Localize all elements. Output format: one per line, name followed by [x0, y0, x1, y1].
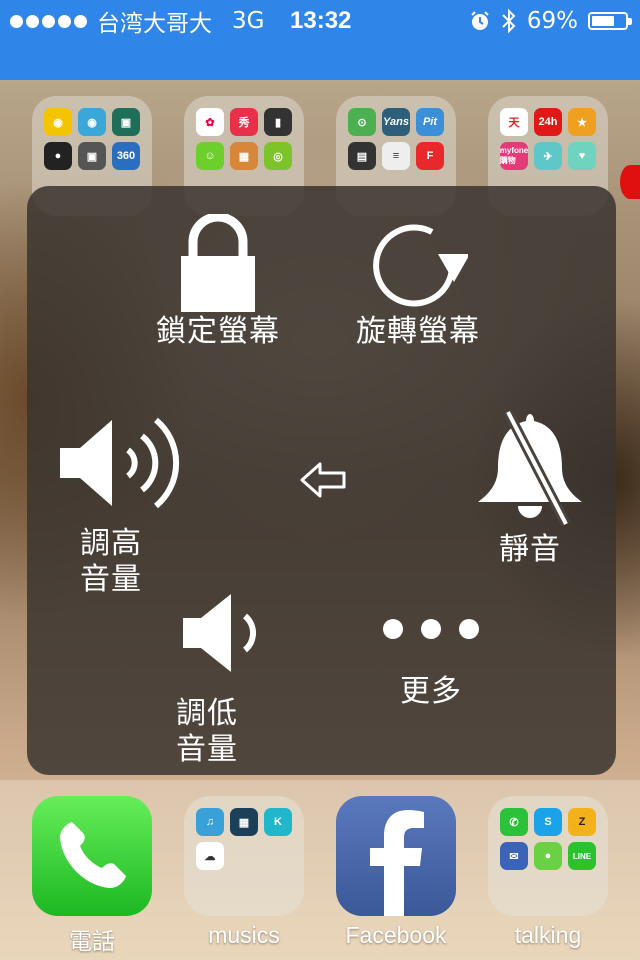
- app-icon: Pit: [416, 108, 444, 136]
- app-icon: ✈: [534, 142, 562, 170]
- app-icon: Yans: [382, 108, 410, 136]
- mute-button[interactable]: 靜音: [460, 408, 600, 568]
- dock-app-label: Facebook: [345, 922, 447, 948]
- skype-icon: S: [534, 808, 562, 836]
- back-button[interactable]: [295, 460, 351, 500]
- back-arrow-icon: [300, 462, 346, 498]
- dock-app-label: talking: [514, 922, 582, 948]
- app-icon: ◎: [264, 142, 292, 170]
- phone-icon: [32, 796, 152, 916]
- flipboard-icon: F: [416, 142, 444, 170]
- more-dots-icon: [383, 619, 479, 639]
- cloud-music-icon: ☁: [196, 842, 224, 870]
- dock: 電話 ♫ ▦ K ☁ musics Facebook ✆ S Z ✉ ● LIN…: [0, 780, 640, 960]
- more-button[interactable]: 更多: [361, 614, 501, 710]
- facebook-icon: [336, 796, 456, 916]
- app-icon: 天: [500, 108, 528, 136]
- camera-icon: ▣: [78, 142, 106, 170]
- dock-folder-talking[interactable]: ✆ S Z ✉ ● LINE talking: [488, 796, 608, 949]
- volume-down-icon: [183, 594, 257, 672]
- status-time: 13:32: [290, 7, 352, 34]
- app-icon: ★: [568, 108, 596, 136]
- messages-icon: ●: [534, 842, 562, 870]
- bell-muted-icon: [478, 409, 582, 526]
- rotate-screen-button[interactable]: 旋轉螢幕: [343, 214, 493, 350]
- app-icon: 360: [112, 142, 140, 170]
- signal-strength-icon: [10, 14, 87, 28]
- assistive-touch-panel: 鎖定螢幕 旋轉螢幕 調高 音量 靜音 調低 音量 更多: [27, 186, 616, 775]
- app-icon: ☺: [196, 142, 224, 170]
- app-icon: ◉: [44, 108, 72, 136]
- folder-icon: ✆ S Z ✉ ● LINE: [488, 796, 608, 916]
- dock-app-phone[interactable]: 電話: [32, 796, 152, 956]
- carrier-name: 台湾大哥大: [97, 11, 212, 37]
- app-icon: myfone 購物: [500, 142, 528, 170]
- dock-app-facebook[interactable]: Facebook: [336, 796, 456, 949]
- battery-icon: [588, 12, 632, 30]
- app-icon: ≡: [382, 142, 410, 170]
- app-icon: ▦: [230, 808, 258, 836]
- rotate-icon: [373, 224, 468, 307]
- whatsapp-icon: ✆: [500, 808, 528, 836]
- volume-down-button[interactable]: 調低 音量: [137, 588, 277, 768]
- dock-app-label: 電話: [69, 928, 115, 954]
- app-icon: ⊙: [348, 108, 376, 136]
- volume-up-button[interactable]: 調高 音量: [47, 408, 197, 598]
- camera-icon: ●: [44, 142, 72, 170]
- camera-icon: ▣: [112, 108, 140, 136]
- music-icon: ♫: [196, 808, 224, 836]
- status-bar: 台湾大哥大 3G 13:32 69%: [0, 0, 640, 80]
- lock-screen-label: 鎖定螢幕: [156, 314, 280, 349]
- messenger-icon: ✉: [500, 842, 528, 870]
- lock-screen-button[interactable]: 鎖定螢幕: [143, 214, 293, 350]
- volume-down-label: 調低 音量: [176, 696, 238, 767]
- app-icon: ▮: [264, 108, 292, 136]
- app-icon: ▦: [230, 142, 258, 170]
- zello-icon: Z: [568, 808, 596, 836]
- app-icon: ♥: [568, 142, 596, 170]
- alarm-icon: [471, 11, 489, 30]
- volume-up-icon: [60, 417, 180, 509]
- bluetooth-icon: [502, 8, 516, 34]
- volume-up-label: 調高 音量: [80, 526, 142, 597]
- app-icon: ▤: [348, 142, 376, 170]
- app-icon: 24h: [534, 108, 562, 136]
- rotate-screen-label: 旋轉螢幕: [356, 314, 480, 349]
- line-icon: LINE: [568, 842, 596, 870]
- network-type: 3G: [232, 8, 265, 34]
- folder-icon: ♫ ▦ K ☁: [184, 796, 304, 916]
- dock-folder-musics[interactable]: ♫ ▦ K ☁ musics: [184, 796, 304, 949]
- kkbox-icon: K: [264, 808, 292, 836]
- more-label: 更多: [400, 674, 462, 709]
- status-left: 台湾大哥大 3G: [10, 6, 265, 37]
- dock-app-label: musics: [208, 922, 280, 948]
- notification-badge: [620, 165, 640, 199]
- status-right: 69%: [469, 6, 632, 36]
- lock-icon: [181, 214, 255, 312]
- app-icon: 秀: [230, 108, 258, 136]
- photos-icon: ✿: [196, 108, 224, 136]
- app-icon: ◉: [78, 108, 106, 136]
- battery-percent: 69%: [526, 8, 578, 34]
- mute-label: 靜音: [499, 532, 561, 567]
